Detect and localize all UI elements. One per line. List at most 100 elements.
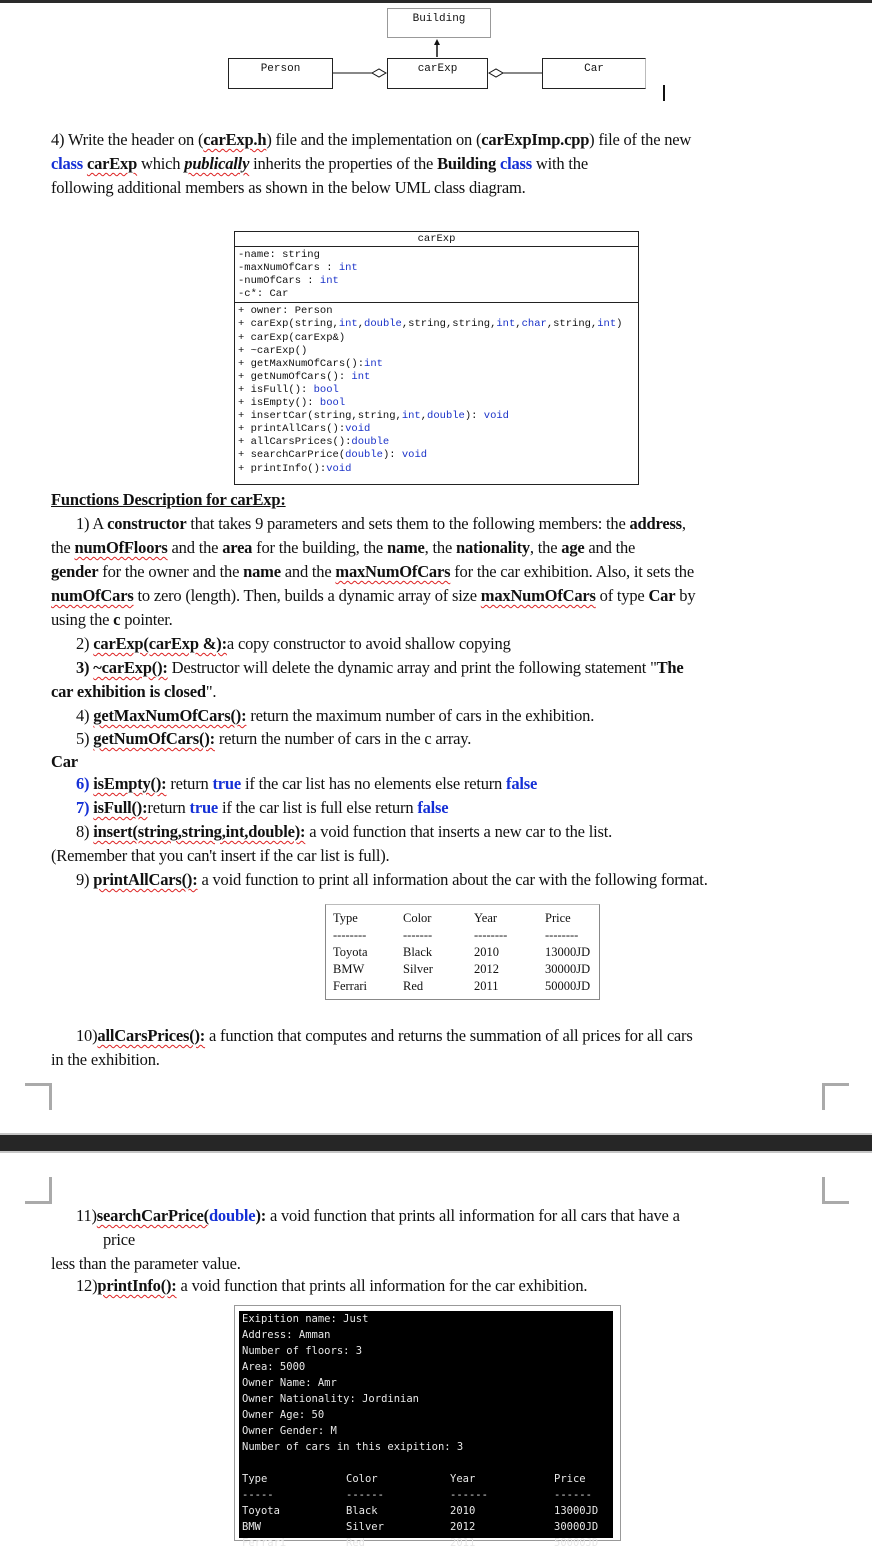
type-keyword: void [326,462,352,475]
format-header: Price [545,911,571,925]
functions-heading: Functions Description for carExp: [51,490,286,509]
function-7-isfull: 7) isFull():return true if the car list … [76,798,449,817]
type-keyword: int [364,357,383,370]
type-keyword: bool [313,383,339,396]
person-aggregation-diamond-icon [370,68,388,78]
format-cell: Red [403,979,424,993]
format-cell: 30000JD [545,962,591,976]
type-keyword: double [351,436,390,449]
inheritance-arrowhead-icon [434,39,440,45]
operation-row: + printInfo():void [238,462,352,475]
type-keyword: int [496,318,516,331]
operation-row: + searchCarPrice(double): void [238,449,428,462]
attribute-row: -numOfCars : int [238,275,339,288]
operation-row: + getMaxNumOfCars():int [238,357,383,370]
operation-row: + ~carExp() [238,344,308,357]
format-cell: Toyota [333,945,368,959]
console-line: Number of cars in this exipition: 3 [242,1441,464,1453]
operation-row: + insertCar(string,string,int,double): v… [238,410,509,423]
console-table-header: Type Color Year Price [242,1473,586,1485]
intro-line-2: class carExp which publically inherits t… [51,154,588,173]
type-keyword: double [345,449,383,462]
console-line: Exipition name: Just [242,1313,369,1325]
page-break-separator [0,1133,872,1153]
format-separator: ------- [403,928,433,942]
console-output: Exipition name: Just Address: Amman Numb… [239,1311,613,1549]
uml-class-diagram: carExp -name: string -maxNumOfCars : int… [234,231,639,485]
operation-row: + printAllCars():void [238,423,371,436]
console-line: Address: Amman [242,1329,331,1341]
operation-row: + isFull(): bool [238,383,339,396]
intro-paragraph: 4) Write the header on (carExp.h) file a… [51,128,831,200]
attribute-row: -maxNumOfCars : int [238,262,358,275]
format-column-year: Year -------- 2010 2012 2011 [474,910,507,995]
format-column-price: Price -------- 13000JD 30000JD 50000JD [545,910,590,995]
function-4-getmaxnumofcars: 4) getMaxNumOfCars(): return the maximum… [76,706,595,725]
console-line: Area: 5000 [242,1361,306,1373]
class-attributes: -name: string -maxNumOfCars : int -numOf… [235,247,638,304]
console-table-row: Ferrari Red 2011 50000JD [242,1537,599,1549]
type-keyword: int [401,410,421,423]
type-keyword: void [401,449,428,462]
format-cell: 2011 [474,979,499,993]
function-8-insert: 8) insert(string,string,int,double): a v… [51,822,612,865]
function-11-searchcarprice: 11)searchCarPrice(double): a void functi… [51,1206,680,1273]
function-5-getnumofcars: 5) getNumOfCars(): return the number of … [76,729,472,748]
format-separator: -------- [545,928,579,942]
function-10-allcarsprices: 10)allCarsPrices(): a function that comp… [51,1026,693,1069]
intro-line-3: following additional members as shown in… [51,178,526,197]
format-header: Type [333,911,358,925]
type-keyword: void [345,423,371,436]
format-cell: BMW [333,962,365,976]
format-column-type: Type -------- Toyota BMW Ferrari [333,910,368,995]
car-label: Car [51,752,78,771]
console-table-row: Toyota Black 2010 13000JD [242,1505,599,1517]
format-cell: 50000JD [545,979,591,993]
format-cell: 2012 [474,962,499,976]
impl-filename: carExpImp.cpp [481,130,590,149]
console-line: Number of floors: 3 [242,1345,363,1357]
class-operations: + owner: Person + carExp(string,int,doub… [235,303,638,475]
attribute-row: -c*: Car [238,288,289,301]
type-keyword: char [521,318,547,331]
format-cell: Ferrari [333,979,368,993]
type-keyword: int [597,318,617,331]
header-filename: carExp.h [203,130,267,149]
function-6-isempty: 6) isEmpty(): return true if the car lis… [76,774,538,793]
format-cell: Silver [403,962,433,976]
format-separator: -------- [333,928,367,942]
function-2-copy-constructor: 2) carExp(carExp &):a copy constructor t… [76,634,511,653]
operation-row: + carExp(carExp&) [238,331,346,344]
uml-connectors [333,39,542,78]
page-corner-mark [822,1083,849,1110]
console-line: Owner Age: 50 [242,1409,325,1421]
operation-row: + getNumOfCars(): int [238,370,371,383]
type-keyword: int [338,318,358,331]
page-corner-mark [822,1177,849,1204]
operation-row: + owner: Person [238,305,333,318]
page-corner-mark [25,1177,52,1204]
car-aggregation-diamond-icon [487,68,505,78]
type-keyword: bool [319,397,346,410]
format-cell: Black [403,945,433,959]
console-line: Owner Nationality: Jordinian [242,1393,420,1405]
type-keyword: int [351,370,371,383]
intro-line-1: 4) Write the header on (carExp.h) file a… [51,130,692,149]
console-table-separator: ----- ------ ------ ------ [242,1489,592,1501]
type-keyword: void [483,410,509,423]
console-line: Owner Name: Amr [242,1377,337,1389]
operation-row: + isEmpty(): bool [238,397,346,410]
class-name: carExp [86,154,138,173]
attribute-row: -name: string [238,249,320,261]
format-header: Year [474,911,498,925]
car-format-table: Type -------- Toyota BMW Ferrari Color -… [325,904,600,1000]
page-corner-mark [25,1083,52,1110]
function-1-constructor: 1) A constructor that takes 9 parameters… [51,514,696,629]
format-column-color: Color ------- Black Silver Red [403,910,433,995]
console-line: Owner Gender: M [242,1425,337,1437]
class-title: carExp [235,232,638,247]
format-cell: 2010 [474,945,499,959]
type-keyword: double [427,410,465,423]
format-header: Color [403,911,432,925]
operation-row: + carExp(string,int,double,string,string… [238,318,623,331]
